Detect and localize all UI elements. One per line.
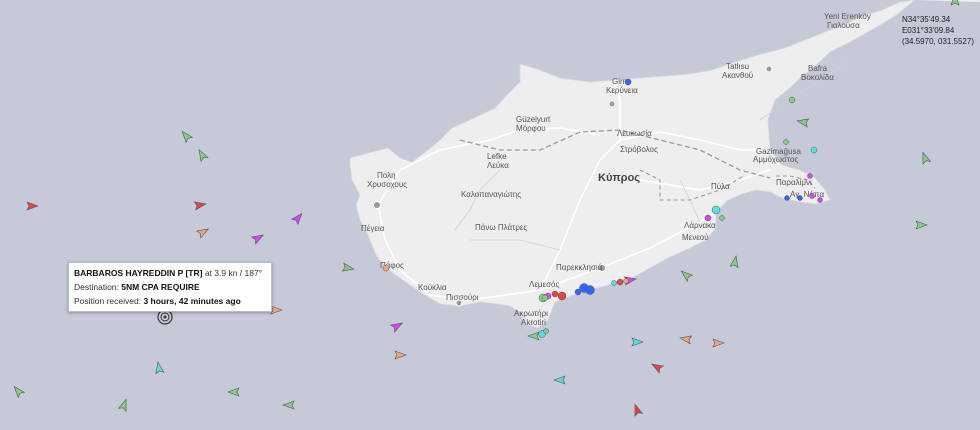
vessel-dot[interactable]	[557, 291, 567, 301]
place-gialousa: Γιαλούσα	[827, 21, 860, 30]
coord-lat: N34°35'49.34	[901, 15, 951, 24]
vessel-dot[interactable]	[809, 193, 815, 199]
vessel-dot[interactable]	[807, 173, 813, 179]
place-akrotiri-gr: Ακρωτήρι	[514, 309, 548, 318]
vessel-name: BARBAROS HAYREDDIN P [TR]	[74, 268, 203, 278]
vessel-dot[interactable]	[541, 294, 549, 302]
place-kouklia: Κούκλια	[418, 283, 447, 292]
vessel-dot[interactable]	[783, 139, 789, 145]
place-akrotiri: Akrotiri	[521, 318, 546, 327]
place-lefka: Λεύκα	[487, 161, 509, 170]
place-pissouri: Πισσούρι	[446, 293, 479, 302]
vessel-dot[interactable]	[624, 78, 632, 86]
place-tatlisu: Tatlısu	[726, 62, 749, 71]
place-meneou: Μενεού	[682, 233, 709, 242]
destination-value: 5NM CPA REQUIRE	[121, 282, 200, 292]
place-ammochostos: Αμμόχωστος	[753, 155, 798, 164]
vessel-dot[interactable]	[704, 214, 712, 222]
place-chrysochous: Χρυσοχους	[367, 180, 407, 189]
place-yeni-erenkoy: Yeni Erenköy	[824, 12, 871, 21]
place-guzelyurt: Güzelyurt	[516, 115, 551, 124]
vessel-dot[interactable]	[711, 205, 721, 215]
tooltip-destination-line: Destination: 5NM CPA REQUIRE	[74, 280, 266, 294]
place-vokolida: Βοκολίδα	[801, 73, 834, 82]
place-pyla: Πύλα	[711, 182, 730, 191]
vessel-dot[interactable]	[585, 285, 595, 295]
vessel-dot[interactable]	[611, 280, 617, 286]
vessel-dot[interactable]	[797, 195, 803, 201]
tooltip-position-line: Position received: 3 hours, 42 minutes a…	[74, 294, 266, 308]
place-paralimni: Παραλίμνι	[776, 178, 812, 187]
place-lefke: Lefke	[487, 152, 507, 161]
place-peyia: Πέγεια	[361, 224, 385, 233]
place-kyreneia: Κερύνεια	[606, 86, 638, 95]
position-value: 3 hours, 42 minutes ago	[143, 296, 241, 306]
vessel-dot[interactable]	[623, 278, 629, 284]
coord-lon: E031°33'09.84	[901, 26, 955, 35]
place-kalopanagiotis: Καλοπαναγιώτης	[461, 190, 521, 199]
map-canvas[interactable]: Κύπρος Yeni Erenköy Γιαλούσα Tatlısu Ακα…	[0, 0, 980, 430]
place-polis: Πολη	[377, 171, 396, 180]
place-morfou: Μόρφου	[516, 124, 546, 133]
vessel-dot[interactable]	[817, 197, 823, 203]
position-label: Position received:	[74, 296, 144, 306]
place-lefkosia: Λευκωσία	[617, 129, 652, 138]
vessel-dot[interactable]	[551, 290, 559, 298]
vessel-tooltip: BARBAROS HAYREDDIN P [TR] at 3.9 kn / 18…	[68, 262, 272, 312]
vessel-dot[interactable]	[382, 264, 390, 272]
place-bafra: Bafra	[808, 64, 828, 73]
vessel-dot[interactable]	[788, 96, 796, 104]
place-strovolos: Στρόβολος	[620, 145, 658, 154]
place-parekklisia: Παρεκκλησιά	[556, 263, 603, 272]
map-view[interactable]: Κύπρος Yeni Erenköy Γιαλούσα Tatlısu Ακα…	[0, 0, 980, 430]
vessel-dot[interactable]	[810, 146, 818, 154]
place-lemesos: Λεμεσός	[529, 280, 559, 289]
place-akanthou: Ακανθού	[722, 71, 753, 80]
vessel-dot[interactable]	[784, 195, 790, 201]
vessel-dot[interactable]	[543, 328, 549, 334]
destination-label: Destination:	[74, 282, 122, 292]
place-pano-platres: Πάνω Πλάτρες	[475, 223, 527, 232]
place-larnaka: Λάρνακα	[684, 221, 716, 230]
cursor-coordinates: N34°35'49.34 E031°33'09.84 (34.5970, 031…	[902, 14, 974, 47]
vessel-dot[interactable]	[719, 215, 725, 221]
tooltip-title-line: BARBAROS HAYREDDIN P [TR] at 3.9 kn / 18…	[74, 266, 266, 280]
vessel-speed: at 3.9 kn / 187°	[202, 268, 263, 278]
country-label: Κύπρος	[598, 172, 640, 184]
vessel-dot[interactable]	[616, 278, 624, 286]
coord-decimal: (34.5970, 031.5527)	[901, 37, 974, 46]
vessel-dot[interactable]	[574, 288, 582, 296]
